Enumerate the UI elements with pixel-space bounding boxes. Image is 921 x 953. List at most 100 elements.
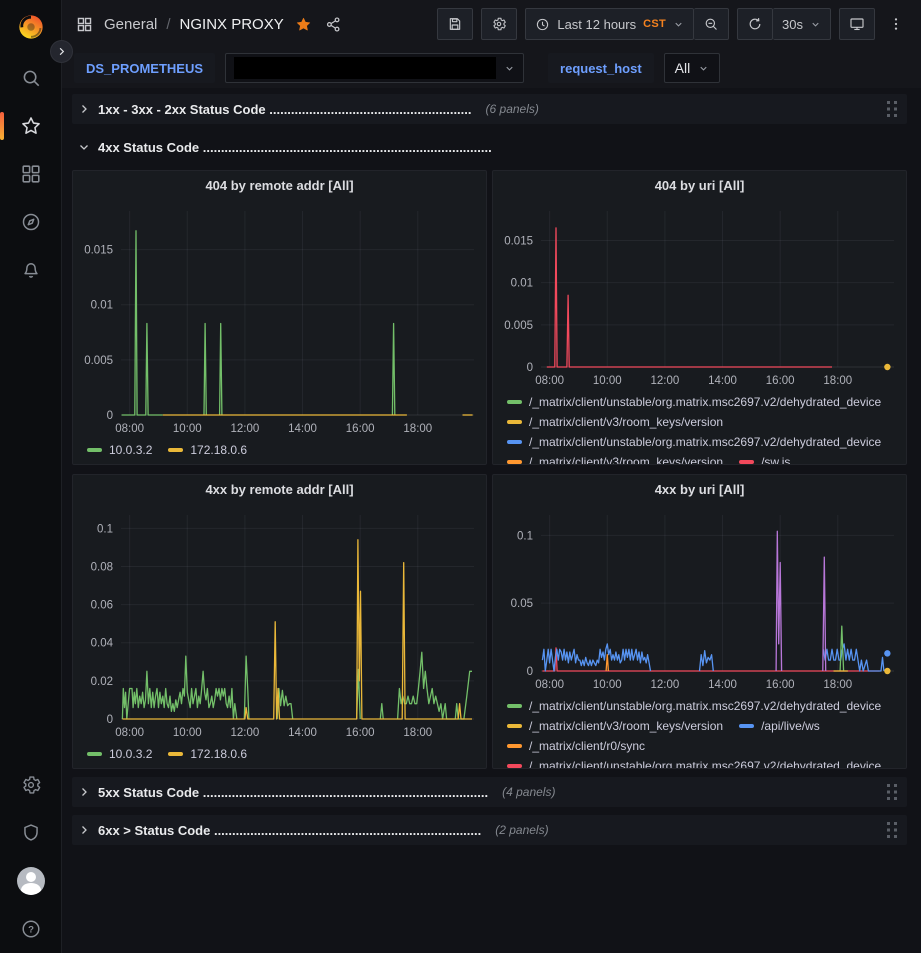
- sidebar-item-profile[interactable]: [0, 857, 61, 905]
- gear-icon: [20, 774, 42, 796]
- tv-mode-button[interactable]: [839, 8, 875, 40]
- panel-title[interactable]: 404 by uri [All]: [493, 171, 906, 199]
- bell-icon: [20, 259, 42, 281]
- legend-item[interactable]: 172.18.0.6: [168, 441, 247, 459]
- page-title: NGINX PROXY: [180, 16, 284, 33]
- refresh-interval-button[interactable]: 30s: [773, 8, 831, 40]
- favorite-star-button[interactable]: [293, 14, 314, 35]
- svg-text:12:00: 12:00: [231, 727, 260, 739]
- legend-swatch: [507, 420, 522, 424]
- time-range-label: Last 12 hours: [557, 17, 636, 32]
- datasource-variable-label[interactable]: DS_PROMETHEUS: [74, 53, 215, 83]
- legend-item[interactable]: /_matrix/client/r0/sync: [507, 737, 645, 755]
- sidebar-item-configuration[interactable]: [0, 761, 61, 809]
- svg-text:18:00: 18:00: [823, 679, 852, 691]
- sidebar-item-help[interactable]: ?: [0, 905, 61, 953]
- chevron-down-icon: [78, 141, 90, 153]
- svg-text:12:00: 12:00: [651, 679, 680, 691]
- svg-text:14:00: 14:00: [288, 727, 317, 739]
- legend-label: /_matrix/client/unstable/org.matrix.msc2…: [529, 757, 881, 768]
- refresh-group: 30s: [737, 8, 831, 40]
- legend-item[interactable]: /_matrix/client/v3/room_keys/version: [507, 413, 723, 431]
- legend-item[interactable]: /sw.js: [739, 453, 790, 464]
- legend-swatch: [507, 460, 522, 464]
- legend-item[interactable]: 172.18.0.6: [168, 745, 247, 763]
- legend-item[interactable]: /_matrix/client/unstable/org.matrix.msc2…: [507, 433, 881, 451]
- sidebar-item-explore[interactable]: [0, 198, 61, 246]
- panel-title[interactable]: 4xx by remote addr [All]: [73, 475, 486, 503]
- save-dashboard-button[interactable]: [437, 8, 473, 40]
- legend-label: /_matrix/client/r0/sync: [529, 737, 645, 755]
- sidebar-item-starred[interactable]: [0, 102, 61, 150]
- refresh-button[interactable]: [737, 8, 773, 40]
- chevron-right-icon: [56, 46, 67, 57]
- row-drag-handle[interactable]: [885, 820, 901, 840]
- panel-title[interactable]: 404 by remote addr [All]: [73, 171, 486, 199]
- request-host-select[interactable]: All: [664, 53, 721, 83]
- legend-label: /_matrix/client/unstable/org.matrix.msc2…: [529, 433, 881, 451]
- svg-text:?: ?: [28, 925, 34, 936]
- svg-text:0: 0: [107, 714, 113, 726]
- panel-title[interactable]: 4xx by uri [All]: [493, 475, 906, 503]
- dashboard-settings-button[interactable]: [481, 8, 517, 40]
- legend-item[interactable]: /_matrix/client/unstable/org.matrix.msc2…: [507, 757, 881, 768]
- legend-label: /_matrix/client/unstable/org.matrix.msc2…: [529, 393, 881, 411]
- share-button[interactable]: [323, 14, 344, 35]
- request-host-value: All: [675, 60, 691, 76]
- dashboard-toolbar: Last 12 hours CST 30s: [437, 8, 909, 40]
- svg-text:0.08: 0.08: [91, 561, 113, 573]
- time-series-chart[interactable]: 08:0010:0012:0014:0016:0018:0000.0050.01…: [73, 199, 486, 437]
- time-series-chart[interactable]: 08:0010:0012:0014:0016:0018:0000.020.040…: [73, 503, 486, 741]
- star-filled-icon: [295, 16, 312, 33]
- time-series-chart[interactable]: 08:0010:0012:0014:0016:0018:0000.050.1: [493, 503, 906, 693]
- row-6xx[interactable]: 6xx > Status Code ......................…: [72, 815, 907, 845]
- chevron-right-icon: [78, 103, 90, 115]
- legend-label: /_matrix/client/v3/room_keys/version: [529, 717, 723, 735]
- svg-text:0.015: 0.015: [84, 245, 113, 257]
- zoom-out-time-button[interactable]: [694, 8, 729, 40]
- legend-item[interactable]: 10.0.3.2: [87, 441, 152, 459]
- timezone-badge: CST: [643, 18, 666, 30]
- sidebar-expand-button[interactable]: [50, 40, 73, 63]
- legend-item[interactable]: /api/live/ws: [739, 717, 820, 735]
- legend-label: 172.18.0.6: [190, 441, 247, 459]
- request-host-variable-label[interactable]: request_host: [548, 53, 654, 83]
- time-range-button[interactable]: Last 12 hours CST: [525, 8, 694, 40]
- kebab-menu-button[interactable]: [883, 8, 909, 40]
- row-title: 4xx Status Code ........................…: [98, 140, 492, 155]
- row-5xx[interactable]: 5xx Status Code ........................…: [72, 777, 907, 807]
- legend-swatch: [507, 724, 522, 728]
- legend-item[interactable]: /_matrix/client/v3/room_keys/version: [507, 453, 723, 464]
- monitor-icon: [849, 16, 865, 32]
- row-4xx[interactable]: 4xx Status Code ........................…: [72, 132, 907, 162]
- time-series-chart[interactable]: 08:0010:0012:0014:0016:0018:0000.0050.01…: [493, 199, 906, 389]
- grafana-logo-icon: [17, 13, 45, 41]
- legend-swatch: [739, 460, 754, 464]
- svg-text:08:00: 08:00: [115, 727, 144, 739]
- help-icon: ?: [20, 918, 42, 940]
- legend-item[interactable]: /_matrix/client/unstable/org.matrix.msc2…: [507, 697, 881, 715]
- svg-text:16:00: 16:00: [766, 679, 795, 691]
- row-1xx-3xx-2xx[interactable]: 1xx - 3xx - 2xx Status Code ............…: [72, 94, 907, 124]
- svg-text:0: 0: [107, 410, 113, 422]
- svg-text:0.005: 0.005: [504, 320, 533, 332]
- legend-item[interactable]: 10.0.3.2: [87, 745, 152, 763]
- svg-text:18:00: 18:00: [823, 375, 852, 387]
- breadcrumb-folder[interactable]: General: [104, 16, 157, 33]
- row-drag-handle[interactable]: [885, 782, 901, 802]
- datasource-select[interactable]: [225, 53, 524, 83]
- breadcrumb: General / NGINX PROXY: [74, 14, 344, 35]
- compass-icon: [20, 211, 42, 233]
- svg-text:0.005: 0.005: [84, 355, 113, 367]
- svg-text:0.015: 0.015: [504, 236, 533, 248]
- sidebar-item-server-admin[interactable]: [0, 809, 61, 857]
- sidebar-item-alerting[interactable]: [0, 246, 61, 294]
- legend-item[interactable]: /_matrix/client/unstable/org.matrix.msc2…: [507, 393, 881, 411]
- row-title: 5xx Status Code ........................…: [98, 785, 488, 800]
- sidebar-item-dashboards[interactable]: [0, 150, 61, 198]
- sidebar-item-search[interactable]: [0, 54, 61, 102]
- dashboard-grid-icon: [74, 14, 95, 35]
- row-drag-handle[interactable]: [885, 99, 901, 119]
- legend-item[interactable]: /_matrix/client/v3/room_keys/version: [507, 717, 723, 735]
- gear-icon: [491, 16, 507, 32]
